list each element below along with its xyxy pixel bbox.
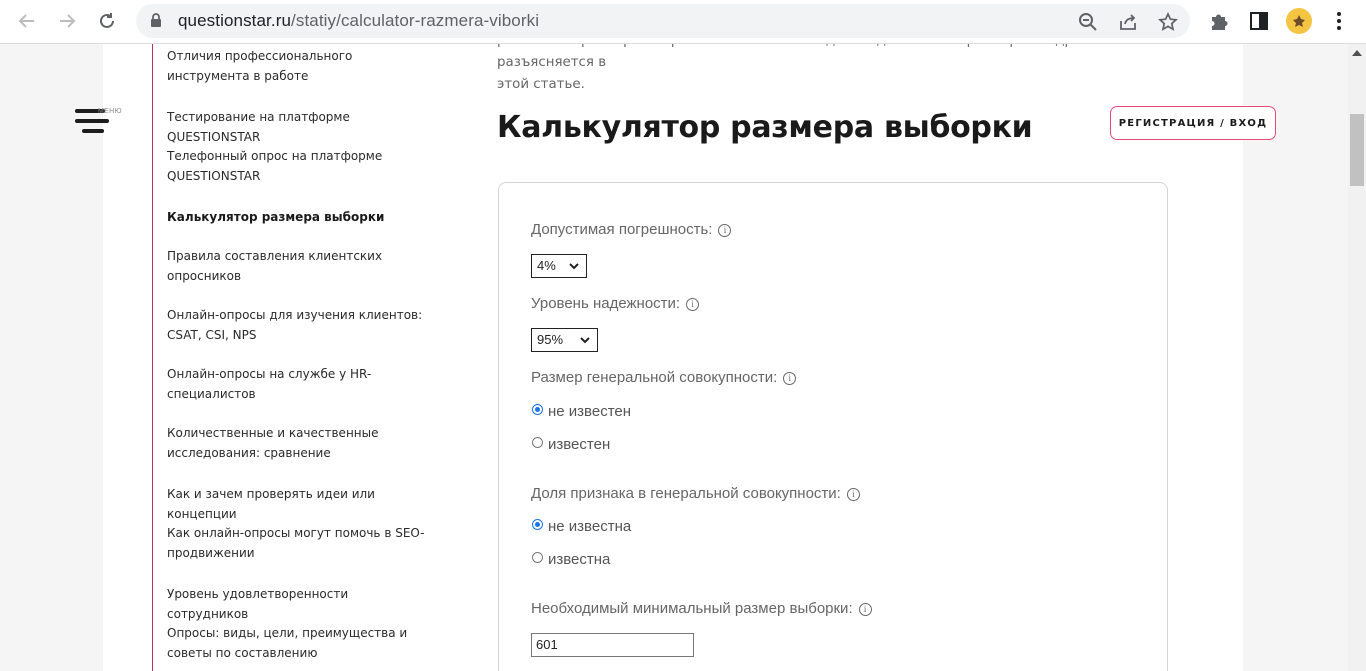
puzzle-icon[interactable] bbox=[1208, 10, 1230, 32]
browser-toolbar: questionstar.ru/statiy/calculator-razmer… bbox=[0, 0, 1366, 44]
avatar[interactable] bbox=[1286, 8, 1312, 34]
intro-line: рассчитать размер выборки. Значение необ… bbox=[497, 44, 1106, 70]
error-margin-label: Допустимая погрешность: i bbox=[531, 221, 732, 238]
chevron-down-icon bbox=[569, 263, 579, 270]
radio-button[interactable] bbox=[532, 436, 543, 448]
chevron-down-icon bbox=[580, 337, 590, 344]
population-unknown-radio[interactable]: не известен bbox=[532, 403, 631, 420]
page-viewport: МЕНЮ Отличия профессионального инструмен… bbox=[0, 44, 1366, 671]
info-icon[interactable]: i bbox=[718, 223, 732, 237]
scroll-up-arrow-icon[interactable] bbox=[1352, 50, 1362, 56]
population-size-label: Размер генеральной совокупности: i bbox=[531, 369, 797, 386]
kebab-menu-icon[interactable] bbox=[1328, 10, 1350, 32]
radio-button[interactable] bbox=[532, 403, 543, 415]
login-register-button[interactable]: РЕГИСТРАЦИЯ / ВХОД bbox=[1110, 106, 1276, 140]
sidebar-item[interactable]: Отличия профессионального инструмента в … bbox=[167, 46, 429, 86]
sample-size-output[interactable]: 601 bbox=[531, 633, 694, 657]
star-icon[interactable] bbox=[1158, 11, 1178, 32]
sidebar-item[interactable]: Как онлайн-опросы могут помочь в SEO-про… bbox=[167, 523, 429, 563]
sidebar-item[interactable]: Количественные и качественные исследован… bbox=[167, 423, 429, 463]
address-bar[interactable]: questionstar.ru/statiy/calculator-razmer… bbox=[136, 4, 1190, 38]
sidebar-item[interactable]: Правила составления клиентских опроснико… bbox=[167, 246, 429, 286]
hamburger-bar bbox=[82, 129, 104, 133]
share-icon[interactable] bbox=[1118, 12, 1138, 32]
lock-icon[interactable] bbox=[150, 13, 162, 33]
sidebar-item[interactable]: Онлайн-опросы на службе у HR-специалисто… bbox=[167, 364, 429, 404]
info-icon[interactable]: i bbox=[686, 297, 700, 311]
hamburger-bar bbox=[75, 119, 109, 123]
radio-button[interactable] bbox=[532, 551, 543, 563]
scroll-thumb[interactable] bbox=[1350, 114, 1364, 186]
article-intro: рассчитать размер выборки. Значение необ… bbox=[497, 44, 1187, 96]
info-icon[interactable]: i bbox=[858, 602, 872, 616]
intro-line: этой статье. bbox=[497, 77, 585, 92]
sample-size-calculator: Допустимая погрешность: i 4% Уровень наде… bbox=[498, 182, 1168, 671]
result-label: Необходимый минимальный размер выборки: i bbox=[531, 600, 872, 617]
page-title: Калькулятор размера выборки bbox=[497, 110, 1033, 145]
confidence-level-select[interactable]: 95% bbox=[531, 328, 598, 352]
sidebar-item[interactable]: Как и зачем проверять идеи или концепции bbox=[167, 484, 429, 524]
forward-arrow-icon[interactable] bbox=[54, 8, 80, 34]
info-icon[interactable]: i bbox=[783, 371, 797, 385]
article-sidebar: Отличия профессионального инструмента в … bbox=[152, 44, 442, 671]
radio-button[interactable] bbox=[532, 518, 543, 530]
back-arrow-icon[interactable] bbox=[14, 8, 40, 34]
scrollbar[interactable] bbox=[1348, 44, 1366, 671]
sidebar-item[interactable]: Опросы: виды, цели, преимущества и совет… bbox=[167, 623, 429, 663]
reload-icon[interactable] bbox=[94, 8, 120, 34]
proportion-label: Доля признака в генеральной совокупности… bbox=[531, 485, 860, 502]
proportion-unknown-radio[interactable]: не известна bbox=[532, 518, 631, 535]
side-panel-icon[interactable] bbox=[1248, 10, 1270, 32]
info-icon[interactable]: i bbox=[846, 487, 860, 501]
confidence-level-label: Уровень надежности: i bbox=[531, 295, 700, 312]
sidebar-item[interactable]: Тестирование на платформе QUESTIONSTAR bbox=[167, 107, 429, 147]
zoom-icon[interactable] bbox=[1078, 12, 1098, 32]
sidebar-item[interactable]: Телефонный опрос на платформе QUESTIONST… bbox=[167, 146, 429, 186]
sidebar-item[interactable]: Уровень удовлетворенности сотрудников bbox=[167, 584, 429, 624]
sidebar-item[interactable]: Онлайн-опросы для изучения клиентов: CSA… bbox=[167, 305, 429, 345]
population-known-radio[interactable]: известен bbox=[532, 436, 610, 453]
menu-toggle-button[interactable]: МЕНЮ bbox=[72, 106, 124, 140]
menu-label: МЕНЮ bbox=[98, 108, 122, 115]
error-margin-select[interactable]: 4% bbox=[531, 254, 587, 278]
url-text: questionstar.ru/statiy/calculator-razmer… bbox=[178, 11, 540, 30]
sidebar-item-active[interactable]: Калькулятор размера выборки bbox=[167, 207, 429, 227]
proportion-known-radio[interactable]: известна bbox=[532, 551, 610, 568]
